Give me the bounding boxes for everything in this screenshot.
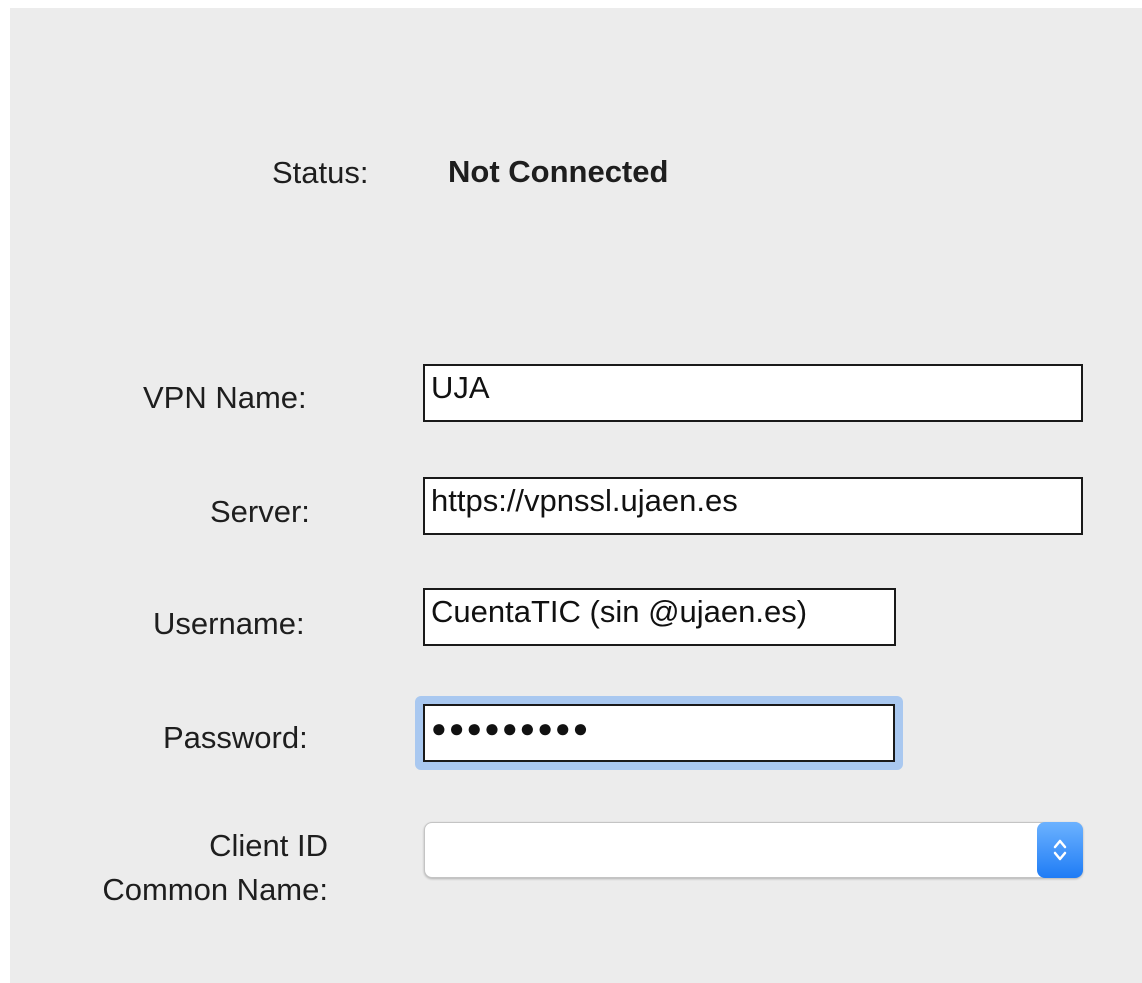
client-id-label-line1: Client ID (209, 828, 328, 863)
server-field[interactable]: https://vpnssl.ujaen.es (423, 477, 1083, 535)
password-field[interactable]: ●●●●●●●●● (423, 704, 895, 762)
chevron-up-down-icon (1053, 839, 1067, 861)
vpn-settings-panel: Status: Not Connected VPN Name: UJA Serv… (10, 8, 1142, 983)
status-label: Status: (272, 155, 369, 190)
client-id-label: Client ID Common Name: (68, 824, 328, 912)
vpn-name-label: VPN Name: (143, 380, 307, 415)
vpn-name-field[interactable]: UJA (423, 364, 1083, 422)
password-label: Password: (163, 720, 308, 755)
client-id-label-line2: Common Name: (102, 872, 328, 908)
username-field[interactable]: CuentaTIC (sin @ujaen.es) (423, 588, 896, 646)
username-label: Username: (153, 606, 305, 641)
server-label: Server: (210, 494, 310, 529)
client-id-select[interactable] (424, 822, 1083, 878)
status-value: Not Connected (448, 154, 669, 189)
select-stepper-button[interactable] (1037, 822, 1083, 878)
